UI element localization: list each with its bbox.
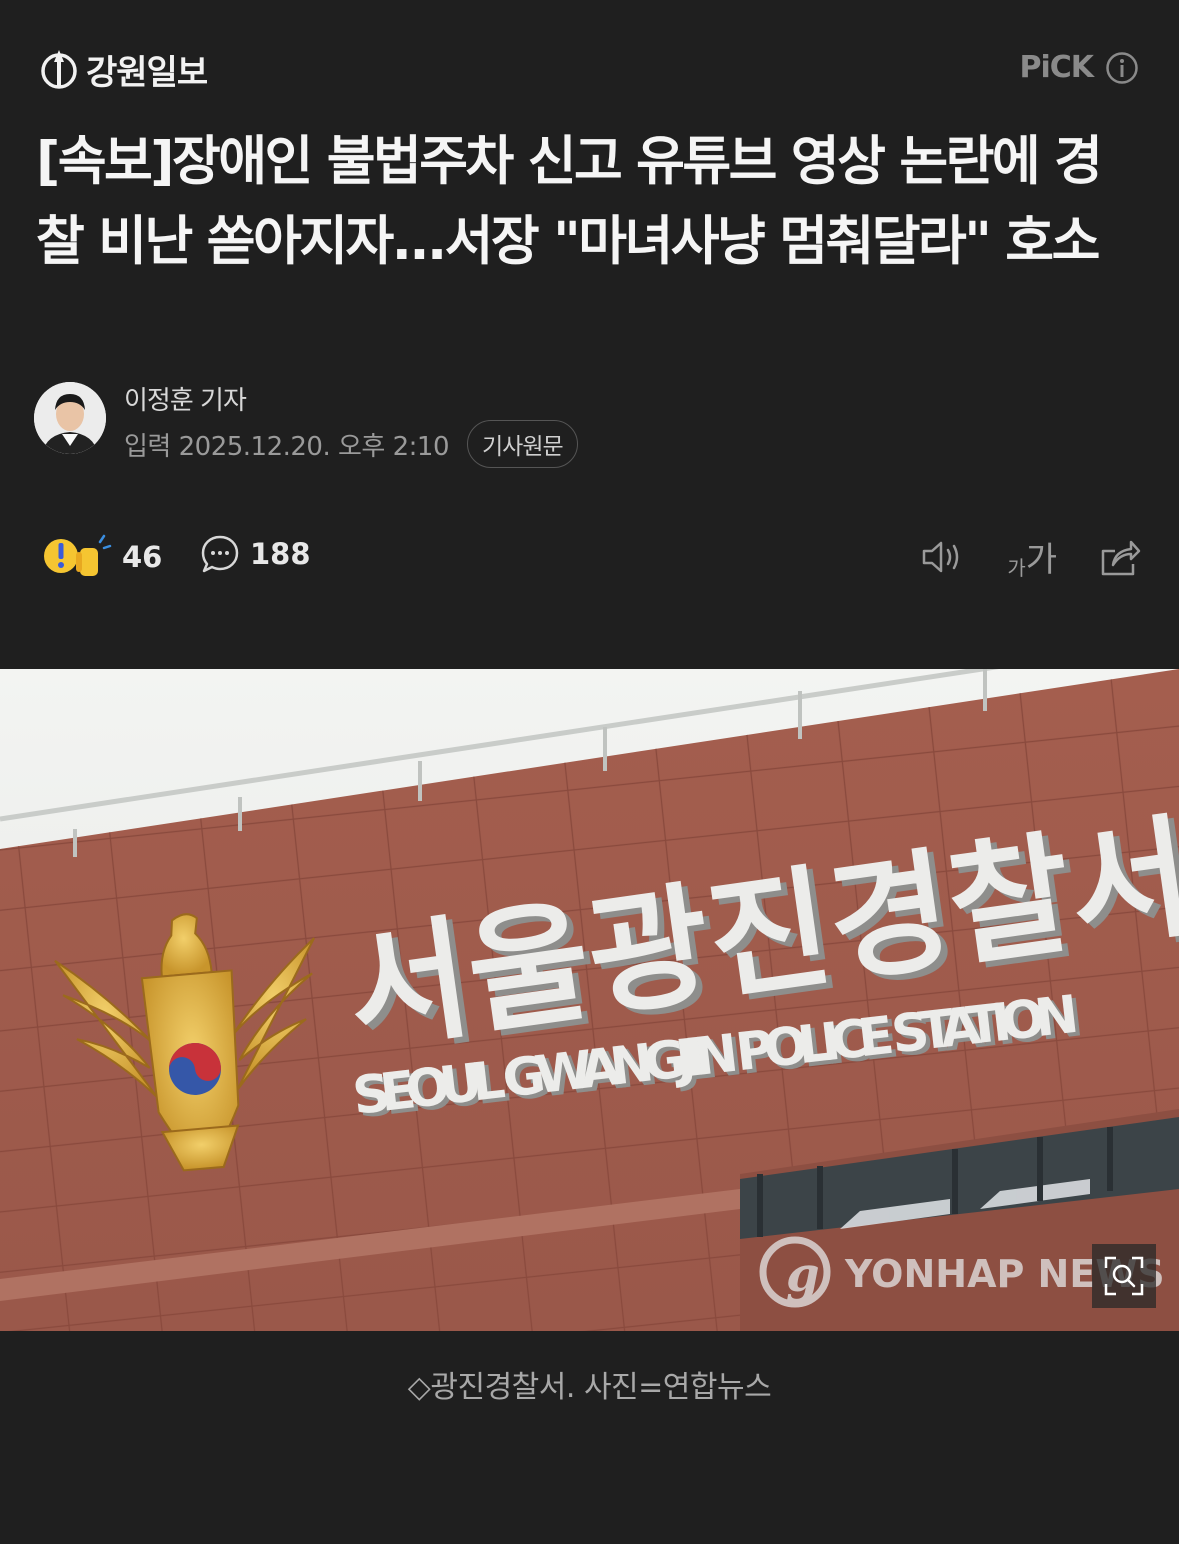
article-photo[interactable]: 서울광진경찰서 서울광진경찰서 SEOUL GWANGJIN POLICE ST… [0,669,1179,1331]
speaker-icon[interactable] [921,537,965,577]
reporter-avatar[interactable] [34,382,106,454]
article-tools: 가 가 [921,532,1141,581]
article-title: [속보]장애인 불법주차 신고 유튜브 영상 논란에 경찰 비난 쏟아지자...… [36,131,1103,272]
info-icon[interactable] [1105,51,1139,85]
comment-count: 188 [250,537,311,571]
comment-bubble-icon [201,535,239,573]
font-size-large-label: 가 [1025,540,1057,580]
avatar-image [34,382,106,454]
share-icon[interactable] [1099,537,1141,577]
reaction-emoji-icon [44,534,112,576]
original-article-button[interactable]: 기사원문 [467,420,578,468]
pick-badge[interactable]: PiCK [1019,50,1139,85]
photo-caption: ◇광진경찰서. 사진=연합뉴스 [407,1370,772,1405]
font-size-small-label: 가 [1007,556,1026,580]
reaction-button[interactable]: 46 [42,534,162,580]
reporter-name[interactable]: 이정훈 기자 [124,380,247,417]
pick-label: PiCK [1019,50,1094,85]
zoom-icon [1104,1256,1144,1296]
brand-name: 강원일보 [86,52,208,93]
svg-text:g: g [786,1247,820,1303]
police-station-image: 서울광진경찰서 서울광진경찰서 SEOUL GWANGJIN POLICE ST… [0,669,1179,1331]
reaction-count: 46 [122,540,163,574]
brand-logo[interactable]: 강원일보 [40,46,208,93]
comment-button[interactable]: 188 [200,534,311,574]
byline-meta: 입력 2025.12.20. 오후 2:10 기사원문 [124,420,578,468]
zoom-button[interactable] [1092,1244,1156,1308]
brand-logo-icon [41,50,77,89]
publish-date: 입력 2025.12.20. 오후 2:10 [124,431,450,462]
font-size-button[interactable]: 가 가 [1007,532,1057,581]
